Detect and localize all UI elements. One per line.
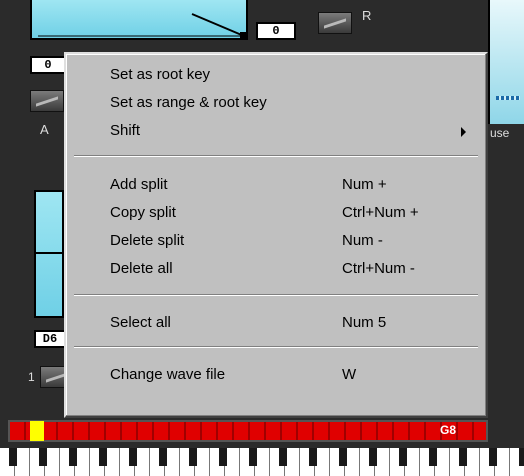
- menu-item-label: Select all: [110, 314, 171, 331]
- menu-item-change-wave-file[interactable]: Change wave file W: [68, 360, 484, 390]
- r-label: R: [362, 8, 372, 23]
- lower-toggle-button[interactable]: [40, 366, 66, 388]
- envelope-display-left[interactable]: [34, 190, 66, 318]
- menu-item-shortcut: Num 5: [342, 314, 387, 331]
- menu-separator: [74, 155, 478, 157]
- submenu-arrow-icon: [461, 127, 466, 137]
- menu-item-delete-split[interactable]: Delete split Num -: [68, 226, 484, 256]
- left-value-field[interactable]: 0: [30, 56, 66, 74]
- menu-separator: [74, 294, 478, 296]
- menu-item-shortcut: Num +: [342, 176, 387, 193]
- menu-item-label: Change wave file: [110, 366, 226, 383]
- split-range-strip[interactable]: [8, 420, 488, 442]
- menu-item-shift[interactable]: Shift: [68, 116, 484, 146]
- envelope-curve: [38, 13, 246, 38]
- menu-item-copy-split[interactable]: Copy split Ctrl+Num +: [68, 198, 484, 228]
- envelope-display-top[interactable]: [30, 0, 248, 40]
- menu-item-set-range-root-key[interactable]: Set as range & root key: [68, 88, 484, 118]
- menu-item-shortcut: W: [342, 366, 357, 383]
- selected-split-marker[interactable]: [30, 421, 44, 441]
- menu-item-shortcut: Ctrl+Num -: [342, 260, 415, 277]
- menu-item-add-split[interactable]: Add split Num +: [68, 170, 484, 200]
- menu-item-label: Delete all: [110, 260, 173, 277]
- left-toggle-button[interactable]: [30, 90, 64, 112]
- top-toggle-button[interactable]: [318, 12, 352, 34]
- menu-item-select-all[interactable]: Select all Num 5: [68, 308, 484, 338]
- menu-item-set-root-key[interactable]: Set as root key: [68, 60, 484, 90]
- menu-item-label: Copy split: [110, 204, 176, 221]
- context-menu: Set as root key Set as range & root key …: [64, 52, 488, 418]
- a-label: A: [40, 122, 49, 137]
- menu-item-label: Set as root key: [110, 66, 211, 83]
- menu-item-label: Add split: [110, 176, 168, 193]
- piano-keyboard[interactable]: [0, 448, 524, 476]
- menu-item-delete-all[interactable]: Delete all Ctrl+Num -: [68, 254, 484, 284]
- menu-item-label: Delete split: [110, 232, 185, 249]
- menu-item-label: Shift: [110, 122, 141, 139]
- top-value-field[interactable]: 0: [256, 22, 296, 40]
- menu-item-shortcut: Ctrl+Num +: [342, 204, 419, 221]
- range-end-label: G8: [440, 423, 457, 437]
- one-label: 1: [28, 370, 35, 384]
- menu-item-label: Set as range & root key: [110, 94, 267, 111]
- right-panel-display: [488, 0, 524, 124]
- d-value-field[interactable]: D6: [34, 330, 66, 348]
- menu-separator: [74, 346, 478, 348]
- menu-item-shortcut: Num -: [342, 232, 383, 249]
- use-label: use: [490, 126, 510, 140]
